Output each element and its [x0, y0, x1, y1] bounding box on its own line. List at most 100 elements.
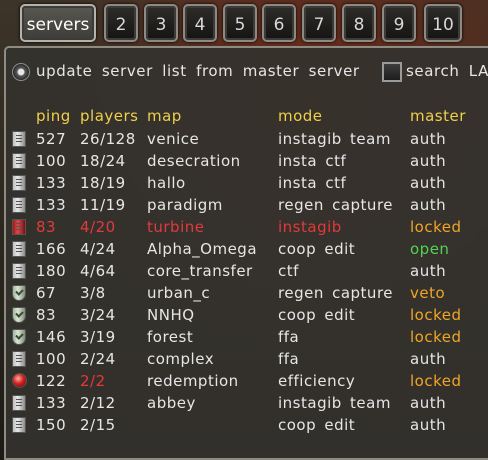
cell-master: auth [410, 152, 447, 170]
cell-master: locked [410, 218, 462, 236]
cell-mode: coop edit [278, 240, 356, 258]
server-icon [12, 153, 26, 169]
header-ping[interactable]: ping [36, 107, 71, 125]
cell-players: 2/24 [80, 350, 116, 368]
cell-ping: 100 [36, 350, 67, 368]
cell-master: auth [410, 196, 447, 214]
cell-map: desecration [147, 152, 241, 170]
header-master[interactable]: master [410, 107, 466, 125]
cell-mode: insta ctf [278, 174, 347, 192]
cell-players: 11/19 [80, 196, 126, 214]
full-icon [12, 373, 27, 388]
cell-map: complex [147, 350, 215, 368]
header-players[interactable]: players [80, 107, 138, 125]
tab-10[interactable]: 10 [424, 4, 462, 42]
server-icon [12, 131, 26, 147]
cell-mode: insta ctf [278, 152, 347, 170]
cell-mode: regen capture [278, 196, 394, 214]
cell-players: 4/20 [80, 218, 116, 236]
tab-servers[interactable]: servers [20, 4, 96, 42]
header-mode[interactable]: mode [278, 107, 323, 125]
cell-master: open [410, 240, 450, 258]
cell-ping: 133 [36, 196, 67, 214]
cell-players: 2/2 [80, 372, 106, 390]
tab-9[interactable]: 9 [382, 4, 416, 42]
cell-master: auth [410, 262, 447, 280]
tab-2[interactable]: 2 [104, 4, 138, 42]
cell-ping: 527 [36, 130, 67, 148]
search-lan-checkbox[interactable] [382, 62, 402, 82]
tab-7[interactable]: 7 [302, 4, 336, 42]
cell-mode: ffa [278, 328, 300, 346]
cell-map: venice [147, 130, 200, 148]
header-map[interactable]: map [147, 107, 182, 125]
tab-3[interactable]: 3 [144, 4, 178, 42]
cell-players: 2/12 [80, 394, 116, 412]
server-icon [12, 351, 26, 367]
cell-master: auth [410, 394, 447, 412]
shield-icon [12, 307, 26, 323]
cell-map: paradigm [147, 196, 223, 214]
cell-map: hallo [147, 174, 186, 192]
cell-players: 3/8 [80, 284, 106, 302]
server-icon [12, 263, 26, 279]
cell-mode: instagib [278, 218, 342, 236]
cell-ping: 133 [36, 174, 67, 192]
cell-players: 2/15 [80, 416, 116, 434]
tab-5[interactable]: 5 [223, 4, 257, 42]
cell-mode: instagib team [278, 130, 391, 148]
cell-ping: 122 [36, 372, 67, 390]
tab-4[interactable]: 4 [183, 4, 217, 42]
search-lan-label[interactable]: search LA [406, 62, 488, 84]
cell-ping: 67 [36, 284, 57, 302]
cell-map: urban_c [147, 284, 211, 302]
cell-master: auth [410, 174, 447, 192]
cell-players: 4/64 [80, 262, 116, 280]
update-radio[interactable] [12, 63, 30, 81]
cell-map: NNHQ [147, 306, 195, 324]
cell-mode: instagib team [278, 394, 391, 412]
cell-master: locked [410, 306, 462, 324]
cell-ping: 83 [36, 306, 57, 324]
cell-mode: ctf [278, 262, 299, 280]
cell-players: 18/24 [80, 152, 126, 170]
tab-6[interactable]: 6 [262, 4, 296, 42]
server-icon [12, 395, 26, 411]
cell-map: abbey [147, 394, 196, 412]
cell-master: auth [410, 130, 447, 148]
cell-mode: coop edit [278, 416, 356, 434]
cell-players: 18/19 [80, 174, 126, 192]
server-icon [12, 197, 26, 213]
cell-ping: 133 [36, 394, 67, 412]
shield-icon [12, 329, 26, 345]
cell-master: locked [410, 328, 462, 346]
cell-map: turbine [147, 218, 205, 236]
server-icon [12, 241, 26, 257]
cell-ping: 150 [36, 416, 67, 434]
update-label[interactable]: update server list from master server [36, 62, 360, 84]
cell-map: redemption [147, 372, 239, 390]
cell-map: Alpha_Omega [147, 240, 258, 258]
cell-ping: 100 [36, 152, 67, 170]
cell-master: locked [410, 372, 462, 390]
cell-map: forest [147, 328, 194, 346]
tab-8[interactable]: 8 [342, 4, 376, 42]
cell-ping: 166 [36, 240, 67, 258]
cell-mode: efficiency [278, 372, 356, 390]
cell-players: 4/24 [80, 240, 116, 258]
cell-players: 3/24 [80, 306, 116, 324]
cell-ping: 180 [36, 262, 67, 280]
cell-mode: ffa [278, 350, 300, 368]
shield-icon [12, 285, 26, 301]
cell-ping: 83 [36, 218, 57, 236]
cell-players: 3/19 [80, 328, 116, 346]
cell-master: auth [410, 416, 447, 434]
cell-mode: regen capture [278, 284, 394, 302]
server-icon [12, 175, 26, 191]
cell-players: 26/128 [80, 130, 136, 148]
cell-master: auth [410, 350, 447, 368]
lock-icon [12, 219, 26, 235]
cell-mode: coop edit [278, 306, 356, 324]
cell-ping: 146 [36, 328, 67, 346]
server-icon [12, 417, 26, 433]
